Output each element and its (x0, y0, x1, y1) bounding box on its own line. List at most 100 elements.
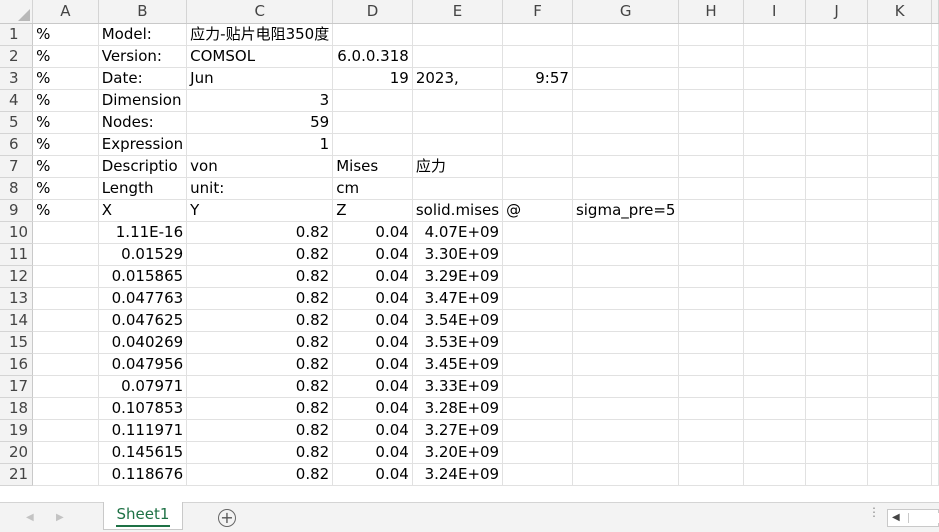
cell-a17[interactable] (32, 375, 99, 398)
cell-j13[interactable] (805, 287, 869, 310)
cell-g6[interactable] (572, 133, 680, 156)
cell-i7[interactable] (743, 155, 806, 178)
cell-d21[interactable]: 0.04 (332, 463, 413, 486)
cell-a12[interactable] (32, 265, 99, 288)
cell-e7[interactable]: 应力 (412, 155, 504, 178)
cell-f17[interactable] (502, 375, 573, 398)
cell-j12[interactable] (805, 265, 869, 288)
cell-c19[interactable]: 0.82 (186, 419, 334, 442)
cell-h15[interactable] (678, 331, 744, 354)
cell-g15[interactable] (572, 331, 680, 354)
column-header-a[interactable]: A (32, 0, 99, 24)
sheet-tab-sheet1[interactable]: Sheet1 (103, 502, 183, 530)
chevron-right-icon[interactable]: ▶ (56, 512, 64, 523)
cell-e6[interactable] (412, 133, 504, 156)
cell-i14[interactable] (743, 309, 806, 332)
cell-d8[interactable]: cm (332, 177, 413, 200)
row-header[interactable]: 2 (0, 45, 34, 68)
cell-f21[interactable] (502, 463, 573, 486)
cell-k13[interactable] (867, 287, 932, 310)
cell-i3[interactable] (743, 67, 806, 90)
cell-i12[interactable] (743, 265, 806, 288)
column-header-g[interactable]: G (572, 0, 680, 24)
cell-k17[interactable] (867, 375, 932, 398)
cell-i20[interactable] (743, 441, 806, 464)
cell-c7[interactable]: von (186, 155, 334, 178)
cell-k4[interactable] (867, 89, 932, 112)
row-header[interactable]: 18 (0, 397, 34, 420)
cell-b12[interactable]: 0.015865 (98, 265, 188, 288)
cell-h9[interactable] (678, 199, 744, 222)
cell-h17[interactable] (678, 375, 744, 398)
cell-b15[interactable]: 0.040269 (98, 331, 188, 354)
cell-j7[interactable] (805, 155, 869, 178)
cell-k19[interactable] (867, 419, 932, 442)
cell-d14[interactable]: 0.04 (332, 309, 413, 332)
cell-e2[interactable] (412, 45, 504, 68)
cell-c12[interactable]: 0.82 (186, 265, 334, 288)
column-header-k[interactable]: K (867, 0, 932, 24)
cell-i9[interactable] (743, 199, 806, 222)
cell-a11[interactable] (32, 243, 99, 266)
cell-a3[interactable]: % (32, 67, 99, 90)
cell-c15[interactable]: 0.82 (186, 331, 334, 354)
cell-c5[interactable]: 59 (186, 111, 334, 134)
cell-d10[interactable]: 0.04 (332, 221, 413, 244)
cell-g7[interactable] (572, 155, 680, 178)
cell-f10[interactable] (502, 221, 573, 244)
cell-i21[interactable] (743, 463, 806, 486)
cell-j10[interactable] (805, 221, 869, 244)
cell-i16[interactable] (743, 353, 806, 376)
cell-table[interactable]: ABCDEFGHIJK 1% Model: 应力-贴片电阻350度 2% Version… (0, 0, 939, 486)
cell-e15[interactable]: 3.53E+09 (412, 331, 504, 354)
cell-i8[interactable] (743, 177, 806, 200)
cell-a14[interactable] (32, 309, 99, 332)
plus-circle-icon[interactable]: + (218, 509, 236, 527)
row-header[interactable]: 8 (0, 177, 34, 200)
cell-g2[interactable] (572, 45, 680, 68)
cell-f16[interactable] (502, 353, 573, 376)
cell-i1[interactable] (743, 23, 806, 46)
cell-g5[interactable] (572, 111, 680, 134)
cell-g21[interactable] (572, 463, 680, 486)
cell-b17[interactable]: 0.07971 (98, 375, 188, 398)
cell-g17[interactable] (572, 375, 680, 398)
cell-j21[interactable] (805, 463, 869, 486)
cell-f4[interactable] (502, 89, 573, 112)
cell-f20[interactable] (502, 441, 573, 464)
cell-h10[interactable] (678, 221, 744, 244)
cell-c13[interactable]: 0.82 (186, 287, 334, 310)
cell-g1[interactable] (572, 23, 680, 46)
cell-d9[interactable]: Z (332, 199, 413, 222)
cell-b19[interactable]: 0.111971 (98, 419, 188, 442)
cell-f19[interactable] (502, 419, 573, 442)
cell-k20[interactable] (867, 441, 932, 464)
cell-a16[interactable] (32, 353, 99, 376)
column-header-d[interactable]: D (332, 0, 413, 24)
cell-h2[interactable] (678, 45, 744, 68)
cell-i4[interactable] (743, 89, 806, 112)
cell-j1[interactable] (805, 23, 869, 46)
row-header[interactable]: 9 (0, 199, 34, 222)
cell-f5[interactable] (502, 111, 573, 134)
cell-j6[interactable] (805, 133, 869, 156)
cell-c14[interactable]: 0.82 (186, 309, 334, 332)
cell-j4[interactable] (805, 89, 869, 112)
cell-j15[interactable] (805, 331, 869, 354)
cell-i5[interactable] (743, 111, 806, 134)
cell-h20[interactable] (678, 441, 744, 464)
cell-e1[interactable] (412, 23, 504, 46)
cell-a10[interactable] (32, 221, 99, 244)
cell-f2[interactable] (502, 45, 573, 68)
cell-i13[interactable] (743, 287, 806, 310)
cell-a7[interactable]: % (32, 155, 99, 178)
cell-c6[interactable]: 1 (186, 133, 334, 156)
cell-d5[interactable] (332, 111, 413, 134)
cell-j11[interactable] (805, 243, 869, 266)
cell-h14[interactable] (678, 309, 744, 332)
cell-k3[interactable] (867, 67, 932, 90)
row-header[interactable]: 3 (0, 67, 34, 90)
cell-k14[interactable] (867, 309, 932, 332)
cell-a18[interactable] (32, 397, 99, 420)
cell-a6[interactable]: % (32, 133, 99, 156)
